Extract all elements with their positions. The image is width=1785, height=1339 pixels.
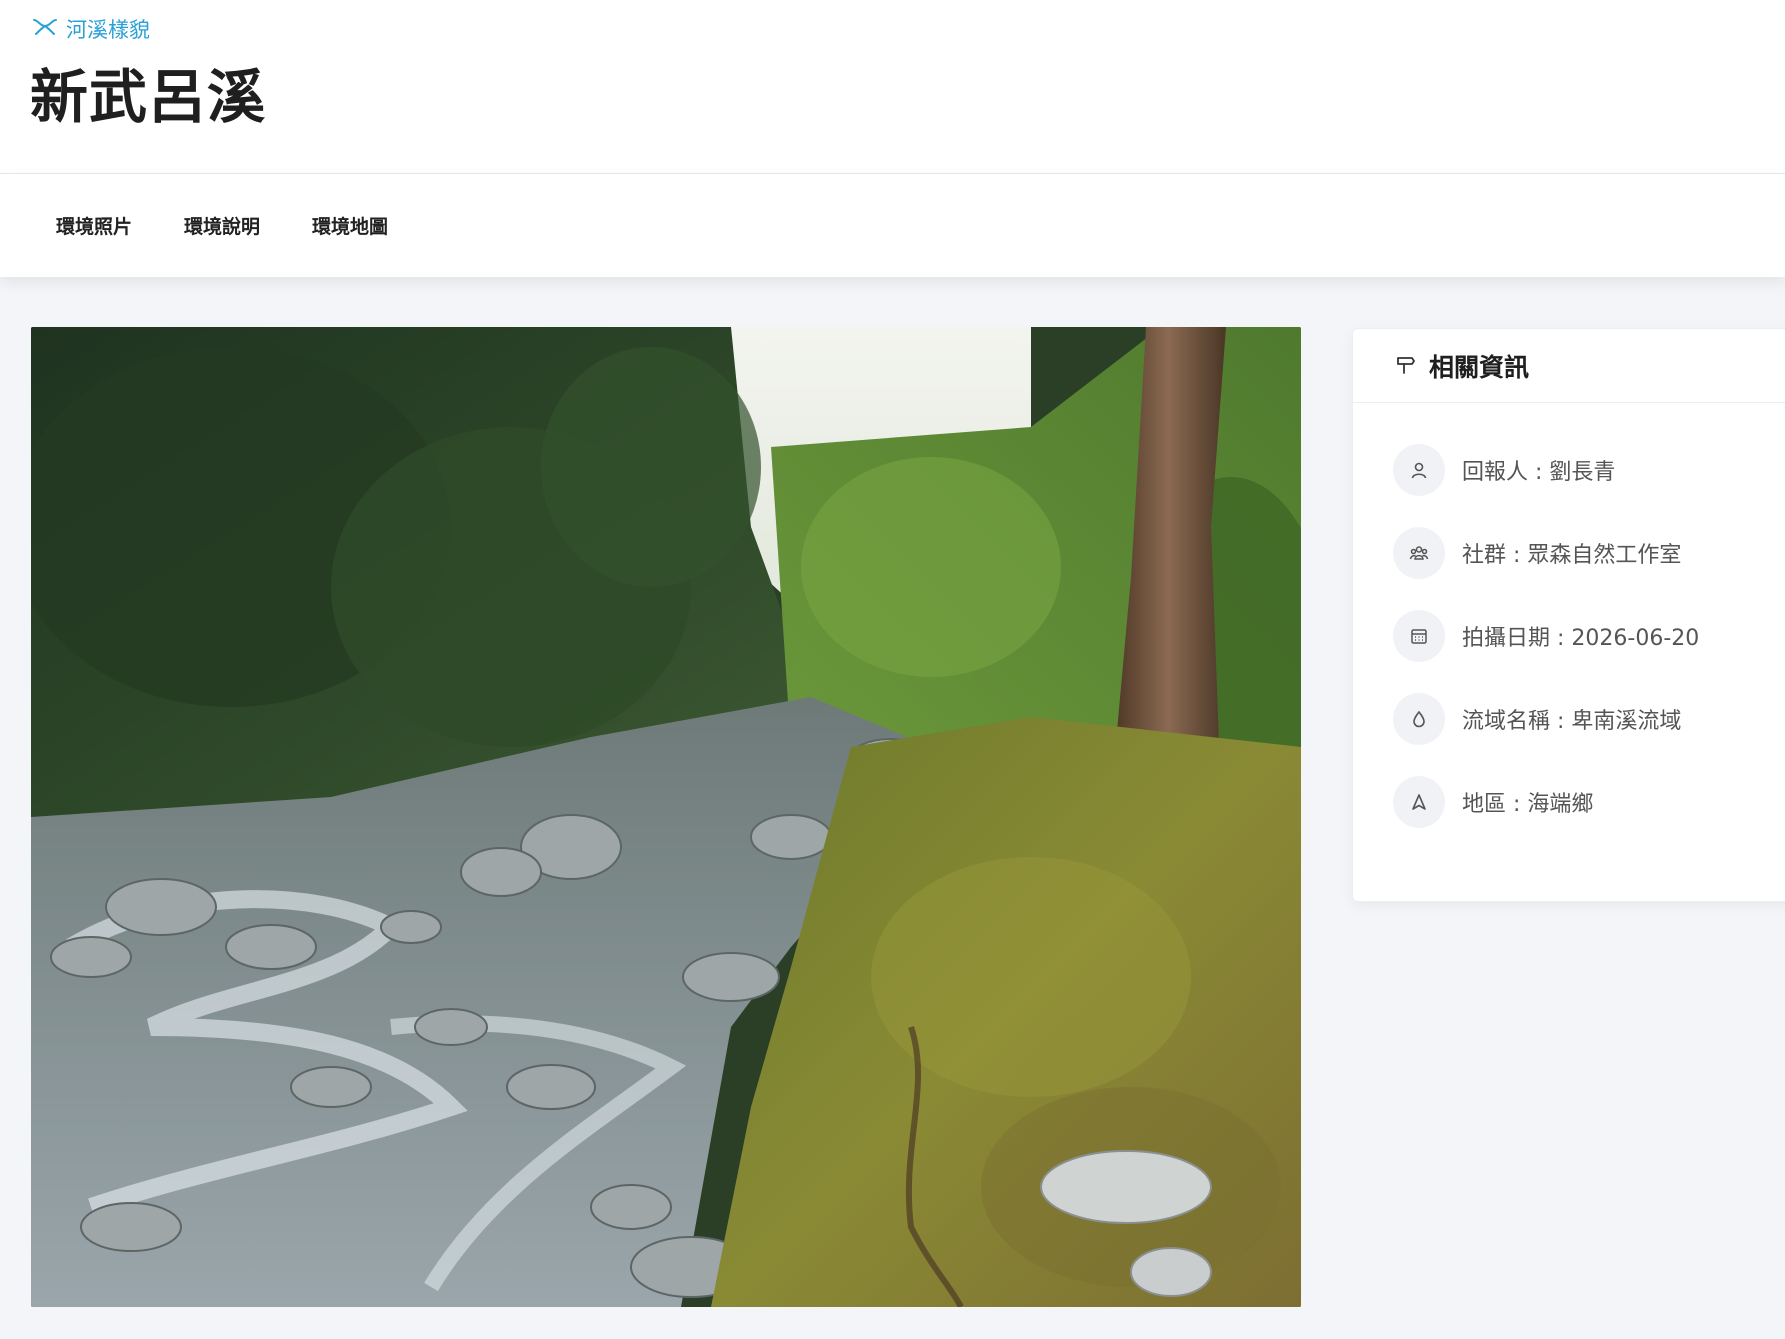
card-header: 相關資訊 [1353,329,1785,403]
tab-map[interactable]: 環境地圖 [312,212,388,239]
info-reporter: 回報人 : 劉長青 [1393,443,1785,497]
river-icon [32,16,58,43]
water-drop-icon [1393,693,1445,745]
user-icon [1393,444,1445,496]
community-text: 社群 : 眾森自然工作室 [1462,543,1682,568]
card-title: 相關資訊 [1429,352,1530,382]
signpost-icon [1395,353,1417,379]
info-community: 社群 : 眾森自然工作室 [1393,526,1785,580]
navigation-icon [1393,776,1445,828]
category-label: 河溪樣貌 [66,18,150,42]
tab-photos[interactable]: 環境照片 [56,212,132,239]
group-icon [1393,527,1445,579]
region-text: 地區 : 海端鄉 [1462,792,1594,817]
related-info-card: 相關資訊 回報人 : 劉長青 社群: 眾森自然工作室 拍攝日期: 2026-… [1352,328,1785,902]
info-region: 地區 : 海端鄉 [1393,775,1785,829]
date-text: 拍攝日期 : 2026-06-20 [1462,626,1700,651]
page-header: 河溪樣貌 新武呂溪 [0,0,1785,174]
info-date: 拍攝日期 : 2026-06-20 [1393,609,1785,663]
info-list: 回報人 : 劉長青 社群 : 眾森自然工作室 拍攝日期: 2026-06-20… [1353,403,1785,829]
watershed-text: 流域名稱 : 卑南溪流域 [1462,709,1682,734]
river-photo [31,327,1301,1307]
calendar-icon [1393,610,1445,662]
page-title: 新武呂溪 [30,63,267,131]
category-breadcrumb[interactable]: 河溪樣貌 [32,14,150,44]
reporter-text: 回報人 : 劉長青 [1462,460,1616,485]
tab-description[interactable]: 環境說明 [184,212,260,239]
info-watershed: 流域名稱 : 卑南溪流域 [1393,692,1785,746]
tab-bar: 環境照片 環境說明 環境地圖 [0,174,1785,277]
